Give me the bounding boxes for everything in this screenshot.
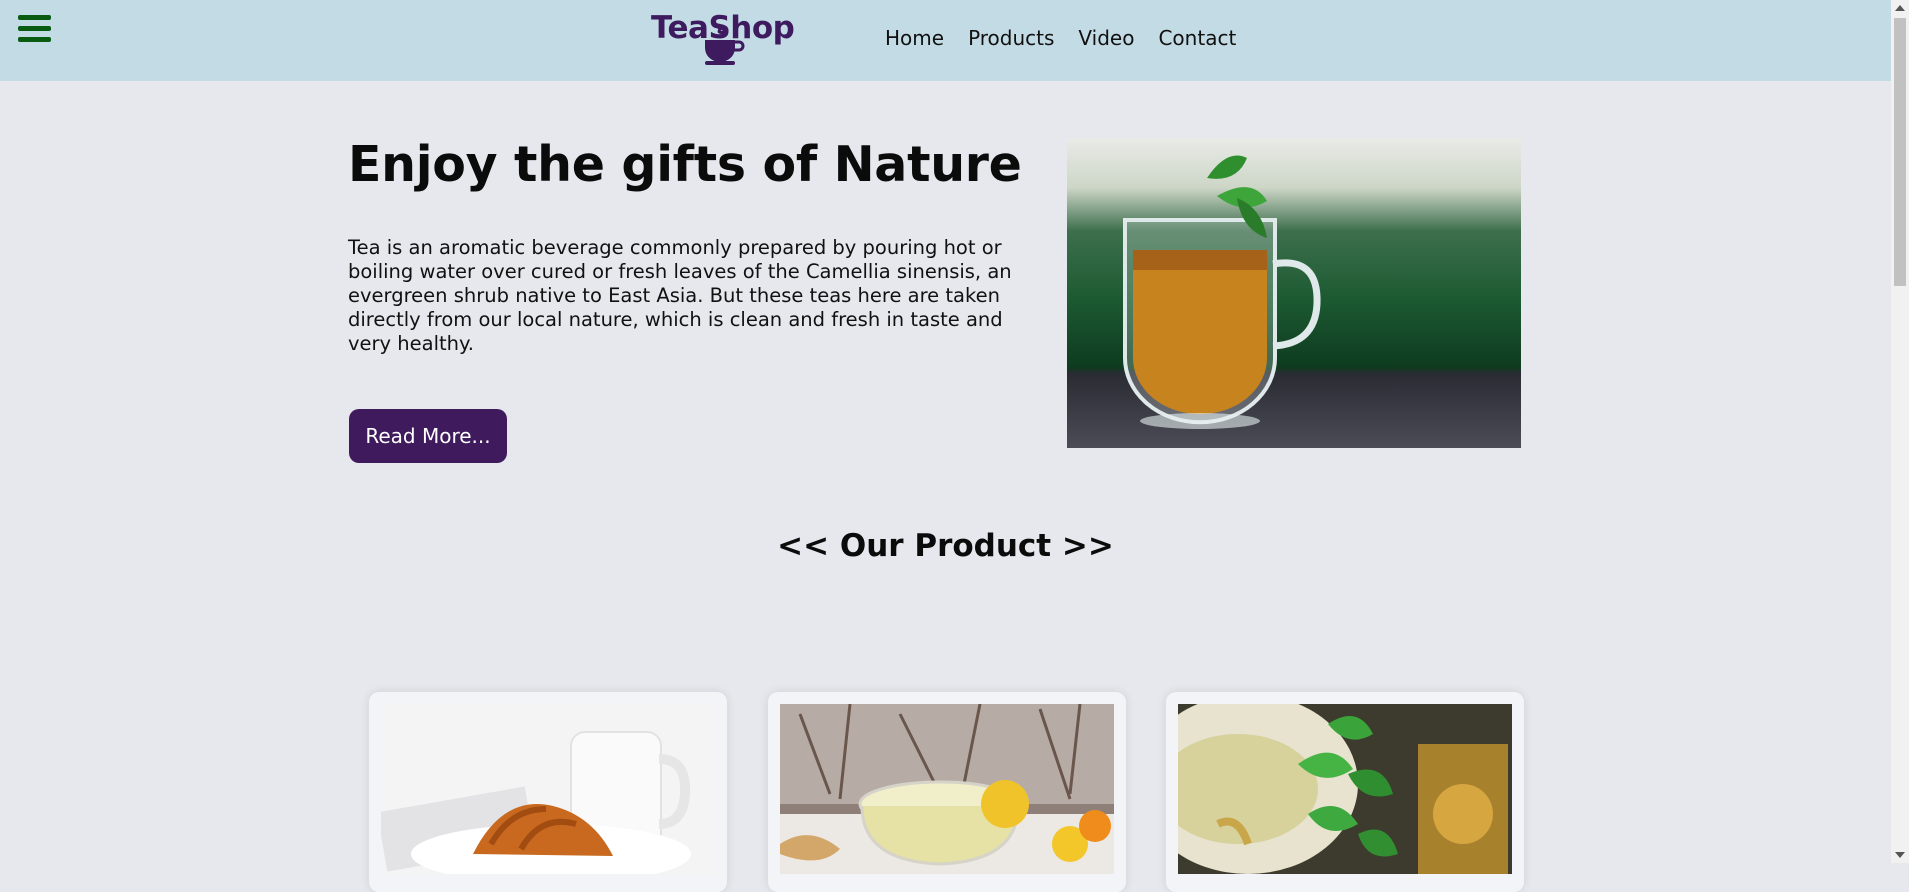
nav-video[interactable]: Video (1078, 26, 1134, 50)
section-title-products: << Our Product >> (777, 528, 1114, 564)
hamburger-menu-icon[interactable] (18, 15, 51, 42)
hero-description: Tea is an aromatic beverage commonly pre… (348, 236, 1012, 355)
nav-contact[interactable]: Contact (1158, 26, 1236, 50)
nav-products[interactable]: Products (968, 26, 1054, 50)
hero-tea-image (1067, 138, 1521, 448)
product-image-mint-tea (1178, 704, 1512, 874)
vertical-scrollbar[interactable] (1891, 0, 1909, 863)
product-image-ginger-lemon-tea (780, 704, 1114, 874)
scrollbar-thumb[interactable] (1894, 18, 1906, 286)
scroll-up-arrow-icon[interactable] (1895, 5, 1905, 11)
scroll-down-arrow-icon[interactable] (1895, 852, 1905, 858)
product-card[interactable] (768, 692, 1126, 892)
teacup-icon (705, 26, 745, 65)
site-logo[interactable]: TeaShop (651, 8, 816, 70)
product-card[interactable] (1166, 692, 1524, 892)
product-image-croissant (381, 704, 715, 874)
read-more-button[interactable]: Read More... (349, 409, 507, 463)
site-header: TeaShop Home Products Video Contact (0, 0, 1891, 81)
nav-home[interactable]: Home (885, 26, 944, 50)
product-card[interactable] (369, 692, 727, 892)
hero-title: Enjoy the gifts of Nature (348, 136, 1022, 193)
main-nav: Home Products Video Contact (885, 26, 1260, 50)
